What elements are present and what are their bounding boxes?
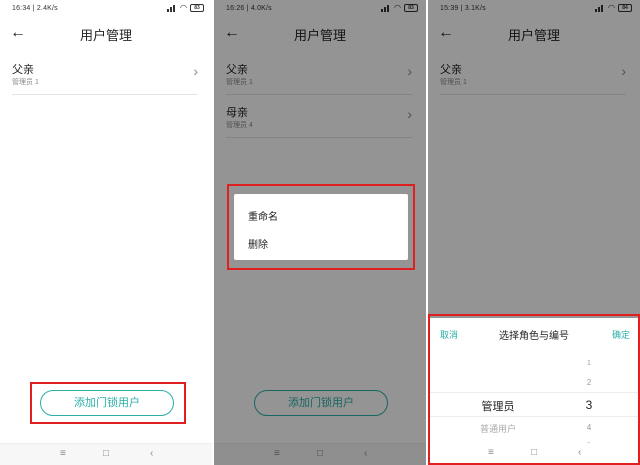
screen-user-list: 16:34 | 2.4K/s ◠ 83 ← 用户管理 父亲 管理员 1 › 添加… xyxy=(0,0,212,465)
wifi-icon: ◠ xyxy=(180,3,187,12)
modal-overlay[interactable] xyxy=(428,0,640,318)
user-name: 父亲 xyxy=(12,64,34,76)
app-header: ← 用户管理 xyxy=(0,18,212,50)
panel-divider xyxy=(426,0,428,465)
system-nav-bar: ≡ □ ‹ xyxy=(0,443,212,465)
home-icon[interactable]: □ xyxy=(103,448,109,459)
screen-role-picker: 15:39 | 3.1K/s ◠ 84 ← 用户管理 父亲 管理员 1 › 取消… xyxy=(428,0,640,465)
battery-icon: 83 xyxy=(190,4,204,12)
screenshot-collage: 16:34 | 2.4K/s ◠ 83 ← 用户管理 父亲 管理员 1 › 添加… xyxy=(0,0,640,465)
user-role: 管理员 1 xyxy=(12,79,39,86)
status-time: 16:34 | 2.4K/s xyxy=(12,5,58,12)
status-icons: ◠ 83 xyxy=(167,4,204,12)
panel-divider xyxy=(212,0,214,465)
user-row-father[interactable]: 父亲 管理员 1 › xyxy=(12,55,198,95)
menu-icon[interactable]: ≡ xyxy=(60,448,66,459)
highlight-box xyxy=(428,314,640,465)
back-nav-icon[interactable]: ‹ xyxy=(150,448,153,459)
signal-icon xyxy=(167,4,177,12)
highlight-box xyxy=(227,184,415,270)
chevron-right-icon: › xyxy=(193,63,198,79)
highlight-box xyxy=(30,382,186,424)
screen-context-menu: 16:26 | 4.0K/s ◠ 83 ← 用户管理 父亲 管理员 1 › 母亲… xyxy=(214,0,426,465)
page-title: 用户管理 xyxy=(79,28,132,43)
status-bar: 16:34 | 2.4K/s ◠ 83 xyxy=(0,0,212,18)
